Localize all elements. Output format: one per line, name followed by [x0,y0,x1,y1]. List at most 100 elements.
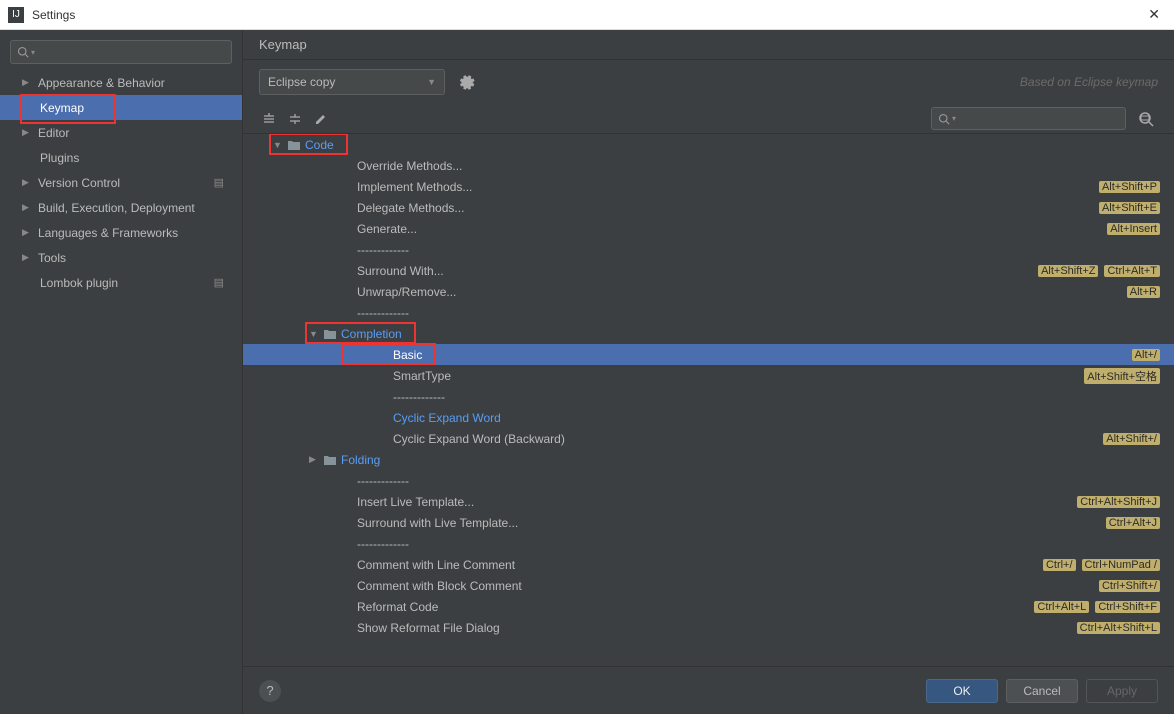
chevron-right-icon: ▶ [22,77,29,88]
action-label: SmartType [393,369,451,383]
action-item-override-methods-[interactable]: Override Methods... [243,155,1174,176]
action-item-show-reformat-file-dialog[interactable]: Show Reformat File Dialog Ctrl+Alt+Shift+… [243,617,1174,638]
shortcut-list: Alt+Shift+Z Ctrl+Alt+T [1038,265,1160,277]
shortcut-badge: Alt+Shift+空格 [1084,368,1160,384]
close-icon[interactable]: ✕ [1142,6,1166,23]
action-item-implement-methods-[interactable]: Implement Methods...Alt+Shift+P [243,176,1174,197]
action-item-surround-with-[interactable]: Surround With...Alt+Shift+ZCtrl+Alt+T [243,260,1174,281]
sidebar-item-label: Build, Execution, Deployment [20,201,195,215]
sidebar-item-editor[interactable]: ▶Editor [0,120,242,145]
edit-icon[interactable] [311,109,331,129]
action-group-folding[interactable]: ▶Folding [243,449,1174,470]
sidebar-item-tools[interactable]: ▶Tools [0,245,242,270]
action-label: Comment with Block Comment [357,579,522,593]
project-scope-icon: ▤ [214,276,224,289]
shortcut-badge: Ctrl+Alt+T [1104,265,1160,277]
shortcut-badge: Alt+Shift+Z [1038,265,1098,277]
sidebar-item-languages-frameworks[interactable]: ▶Languages & Frameworks [0,220,242,245]
shortcut-badge: Ctrl+Shift+/ [1099,580,1160,592]
separator: ------------- [243,533,1174,554]
help-button[interactable]: ? [259,680,281,702]
chevron-right-icon: ▶ [22,227,29,238]
based-on-text: Based on Eclipse keymap [1020,75,1158,89]
shortcut-list: Alt+/ [1132,349,1160,361]
sidebar-search-input[interactable]: ▾ [10,40,232,64]
shortcut-list: Ctrl+/Ctrl+NumPad / [1043,559,1160,571]
shortcut-list: Alt+Shift+空格 [1084,368,1160,384]
expand-all-button[interactable] [259,109,279,129]
chevron-right-icon: ▶ [22,252,29,263]
action-label: Folding [341,453,380,467]
page-title: Keymap [259,37,307,52]
sidebar-item-appearance-behavior[interactable]: ▶Appearance & Behavior [0,70,242,95]
search-icon [17,46,29,58]
project-scope-icon: ▤ [214,176,224,189]
sidebar-item-build-execution-deployment[interactable]: ▶Build, Execution, Deployment [0,195,242,220]
window-title: Settings [32,8,1142,22]
separator: ------------- [243,239,1174,260]
separator: ------------- [243,386,1174,407]
action-item-insert-live-template-[interactable]: Insert Live Template...Ctrl+Alt+Shift+J [243,491,1174,512]
ok-label: OK [953,684,970,698]
sidebar-item-label: Keymap [40,101,84,115]
action-label: Basic [393,348,422,362]
cancel-button[interactable]: Cancel [1006,679,1078,703]
sidebar-item-label: Languages & Frameworks [20,226,178,240]
scheme-row: Eclipse copy ▼ Based on Eclipse keymap [243,60,1174,104]
ok-button[interactable]: OK [926,679,998,703]
action-label: Unwrap/Remove... [357,285,456,299]
action-item-generate-[interactable]: Generate...Alt+Insert [243,218,1174,239]
gear-icon[interactable] [459,74,475,90]
shortcut-badge: Ctrl+Alt+J [1106,517,1160,529]
sidebar-item-lombok-plugin[interactable]: Lombok plugin▤ [0,270,242,295]
shortcut-badge: Alt+/ [1132,349,1160,361]
action-item-smarttype[interactable]: SmartType Alt+Shift+空格 [243,365,1174,386]
action-item-delegate-methods-[interactable]: Delegate Methods...Alt+Shift+E [243,197,1174,218]
sidebar-item-version-control[interactable]: ▶Version Control▤ [0,170,242,195]
titlebar: IJ Settings ✕ [0,0,1174,30]
sidebar-item-plugins[interactable]: Plugins [0,145,242,170]
shortcut-badge: Ctrl+Shift+F [1095,601,1160,613]
chevron-down-icon: ▾ [952,114,956,123]
collapse-all-button[interactable] [285,109,305,129]
action-label: Implement Methods... [357,180,472,194]
action-group-completion[interactable]: ▼Completion [243,323,1174,344]
action-item-reformat-code[interactable]: Reformat CodeCtrl+Alt+LCtrl+Shift+F [243,596,1174,617]
action-group-code[interactable]: ▼Code [243,134,1174,155]
action-toolbar: ▾ [243,104,1174,134]
action-search-input[interactable]: ▾ [931,107,1126,130]
shortcut-badge: Alt+R [1127,286,1160,298]
find-shortcut-icon[interactable] [1138,111,1158,127]
action-item-unwrap-remove-[interactable]: Unwrap/Remove... Alt+R [243,281,1174,302]
search-icon [938,113,950,125]
action-label: Cyclic Expand Word [393,411,501,425]
shortcut-list: Ctrl+Shift+/ [1099,580,1160,592]
action-item-cyclic-expand-word[interactable]: Cyclic Expand Word [243,407,1174,428]
action-item-comment-with-line-comment[interactable]: Comment with Line Comment Ctrl+/Ctrl+NumP… [243,554,1174,575]
action-label: Show Reformat File Dialog [357,621,500,635]
action-label: Override Methods... [357,159,462,173]
app-icon: IJ [8,7,24,23]
shortcut-badge: Ctrl+Alt+Shift+L [1077,622,1160,634]
main-panel: Keymap Eclipse copy ▼ Based on Eclipse k… [243,30,1174,714]
action-item-basic[interactable]: Basic Alt+/ [243,344,1174,365]
action-label: ------------- [357,537,409,551]
shortcut-badge: Alt+Insert [1107,223,1160,235]
main-header: Keymap [243,30,1174,60]
apply-button: Apply [1086,679,1158,703]
action-item-cyclic-expand-word-backward-[interactable]: Cyclic Expand Word (Backward)Alt+Shift+/ [243,428,1174,449]
keymap-scheme-select[interactable]: Eclipse copy ▼ [259,69,445,95]
shortcut-badge: Ctrl+/ [1043,559,1076,571]
action-label: Delegate Methods... [357,201,464,215]
action-item-comment-with-block-comment[interactable]: Comment with Block Comment Ctrl+Shift+/ [243,575,1174,596]
folder-icon [323,328,337,340]
action-label: Comment with Line Comment [357,558,515,572]
shortcut-badge: Ctrl+Alt+Shift+J [1077,496,1160,508]
action-label: ------------- [357,306,409,320]
sidebar-item-label: Appearance & Behavior [20,76,165,90]
chevron-down-icon: ▼ [309,329,318,339]
action-item-surround-with-live-template-[interactable]: Surround with Live Template...Ctrl+Alt+J [243,512,1174,533]
sidebar-item-keymap[interactable]: Keymap [0,95,242,120]
action-label: Code [305,138,334,152]
chevron-right-icon: ▶ [22,202,29,213]
